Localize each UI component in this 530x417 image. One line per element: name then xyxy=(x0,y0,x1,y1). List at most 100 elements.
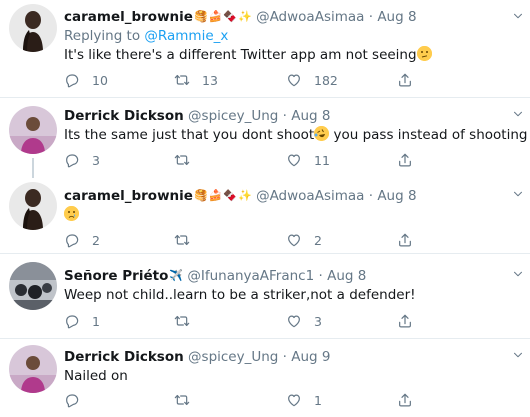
author-handle[interactable]: @spicey_Ung xyxy=(188,349,278,365)
author-name[interactable]: Derrick Dickson xyxy=(64,349,184,365)
retweet-button[interactable]: 13 xyxy=(174,71,218,89)
name-emoji: 🥞 xyxy=(193,189,208,202)
share-button[interactable] xyxy=(397,231,413,249)
tweet-text-body: It's like there's a different Twitter ap… xyxy=(64,47,417,63)
reply-icon xyxy=(64,313,80,329)
reply-icon xyxy=(64,152,80,168)
replying-to-label: Replying to xyxy=(64,28,141,44)
crying-face-icon xyxy=(64,206,79,221)
avatar[interactable] xyxy=(9,106,57,154)
retweet-icon xyxy=(174,72,190,88)
author-handle[interactable]: @AdwoaAsimaa xyxy=(256,9,364,25)
avatar[interactable] xyxy=(9,262,57,310)
tweet-header: Derrick Dickson @spicey_Ung · Aug 8 xyxy=(64,106,520,126)
chevron-down-icon[interactable] xyxy=(512,349,524,361)
tweet-date[interactable]: Aug 8 xyxy=(291,108,330,124)
reply-button[interactable] xyxy=(64,391,92,409)
share-button[interactable] xyxy=(397,151,413,169)
avatar[interactable] xyxy=(9,345,57,393)
tweet-actions: 10 13 182 xyxy=(64,71,424,89)
separator-dot: · xyxy=(368,9,374,25)
share-button[interactable] xyxy=(397,312,413,330)
tweet-date[interactable]: Aug 8 xyxy=(327,268,366,284)
like-count: 1 xyxy=(314,392,322,408)
separator-dot: · xyxy=(368,188,374,204)
tweet-header: Derrick Dickson @spicey_Ung · Aug 9 xyxy=(64,347,520,367)
tweet-text: Nailed on xyxy=(64,368,128,384)
tweet[interactable]: Derrick Dickson @spicey_Ung · Aug 9 Nail… xyxy=(0,339,530,417)
chevron-down-icon[interactable] xyxy=(512,108,524,120)
tweet-text-after: you pass instead of shooting xyxy=(329,127,528,143)
share-icon xyxy=(397,72,413,88)
author-handle[interactable]: @AdwoaAsimaa xyxy=(256,188,364,204)
like-count: 2 xyxy=(314,232,322,248)
author-name[interactable]: Señore Priéto xyxy=(64,268,168,284)
replying-to-handle[interactable]: @Rammie_x xyxy=(144,28,228,44)
like-count: 182 xyxy=(314,72,338,88)
retweet-button[interactable] xyxy=(174,151,202,169)
tweet-text xyxy=(64,206,520,225)
like-icon xyxy=(286,232,302,248)
retweet-count: 13 xyxy=(202,72,218,88)
chevron-down-icon[interactable] xyxy=(512,268,524,280)
tweet[interactable]: Señore Priéto✈️ @IfunanyaAFranc1 · Aug 8… xyxy=(0,254,530,338)
tweet-date[interactable]: Aug 9 xyxy=(291,349,330,365)
tweet-text: Weep not child..learn to be a striker,no… xyxy=(64,287,416,303)
share-icon xyxy=(397,392,413,408)
reply-count: 3 xyxy=(92,152,100,168)
name-emoji: ✨ xyxy=(238,189,252,202)
tweet-header: Señore Priéto✈️ @IfunanyaAFranc1 · Aug 8 xyxy=(64,266,520,286)
avatar[interactable] xyxy=(9,182,57,230)
chevron-down-icon[interactable] xyxy=(512,10,524,22)
retweet-icon xyxy=(174,152,190,168)
avatar[interactable] xyxy=(9,4,57,52)
tweet-text-before: Its the same just that you dont shoot xyxy=(64,127,315,143)
author-name[interactable]: caramel_brownie xyxy=(64,9,193,25)
like-button[interactable]: 3 xyxy=(286,312,322,330)
like-button[interactable]: 11 xyxy=(286,151,330,169)
author-handle[interactable]: @IfunanyaAFranc1 xyxy=(187,268,314,284)
tweet-actions: 1 xyxy=(64,391,424,409)
name-emoji: 🍰 xyxy=(208,10,223,23)
author-name[interactable]: caramel_brownie xyxy=(64,188,193,204)
name-emoji: 🍫 xyxy=(223,10,238,23)
separator-dot: · xyxy=(318,268,323,284)
tweet-date[interactable]: Aug 8 xyxy=(377,9,416,25)
separator-dot: · xyxy=(282,349,287,365)
like-icon xyxy=(286,392,302,408)
tweet[interactable]: Derrick Dickson @spicey_Ung · Aug 8 Its … xyxy=(0,98,530,178)
tweet-actions: 2 2 xyxy=(64,231,424,249)
reply-count: 1 xyxy=(92,313,100,329)
reply-button[interactable]: 2 xyxy=(64,231,100,249)
retweet-button[interactable] xyxy=(174,391,202,409)
separator-dot: · xyxy=(282,108,287,124)
tweet-header: caramel_brownie🥞🍰🍫✨ @AdwoaAsimaa · Aug 8 xyxy=(64,7,520,27)
like-button[interactable]: 1 xyxy=(286,391,322,409)
author-name[interactable]: Derrick Dickson xyxy=(64,108,184,124)
reply-button[interactable]: 10 xyxy=(64,71,108,89)
name-emoji: 🍰 xyxy=(208,189,223,202)
tweet-date[interactable]: Aug 8 xyxy=(377,188,416,204)
share-button[interactable] xyxy=(397,71,413,89)
share-button[interactable] xyxy=(397,391,413,409)
like-button[interactable]: 182 xyxy=(286,71,338,89)
share-icon xyxy=(397,152,413,168)
retweet-button[interactable] xyxy=(174,312,202,330)
reply-button[interactable]: 3 xyxy=(64,151,100,169)
like-icon xyxy=(286,72,302,88)
reply-icon xyxy=(64,232,80,248)
retweet-icon xyxy=(174,392,190,408)
thread-line xyxy=(32,158,34,178)
reply-icon xyxy=(64,392,80,408)
author-handle[interactable]: @spicey_Ung xyxy=(188,108,278,124)
like-button[interactable]: 2 xyxy=(286,231,322,249)
like-count: 11 xyxy=(314,152,330,168)
reply-button[interactable]: 1 xyxy=(64,312,100,330)
confused-face-icon xyxy=(416,46,432,61)
retweet-button[interactable] xyxy=(174,231,202,249)
name-emoji: 🍫 xyxy=(223,189,238,202)
tweet-actions: 1 3 xyxy=(64,312,424,330)
tweet[interactable]: caramel_brownie🥞🍰🍫✨ @AdwoaAsimaa · Aug 8… xyxy=(0,0,530,97)
tweet[interactable]: caramel_brownie🥞🍰🍫✨ @AdwoaAsimaa · Aug 8… xyxy=(0,178,530,253)
chevron-down-icon[interactable] xyxy=(512,188,524,200)
